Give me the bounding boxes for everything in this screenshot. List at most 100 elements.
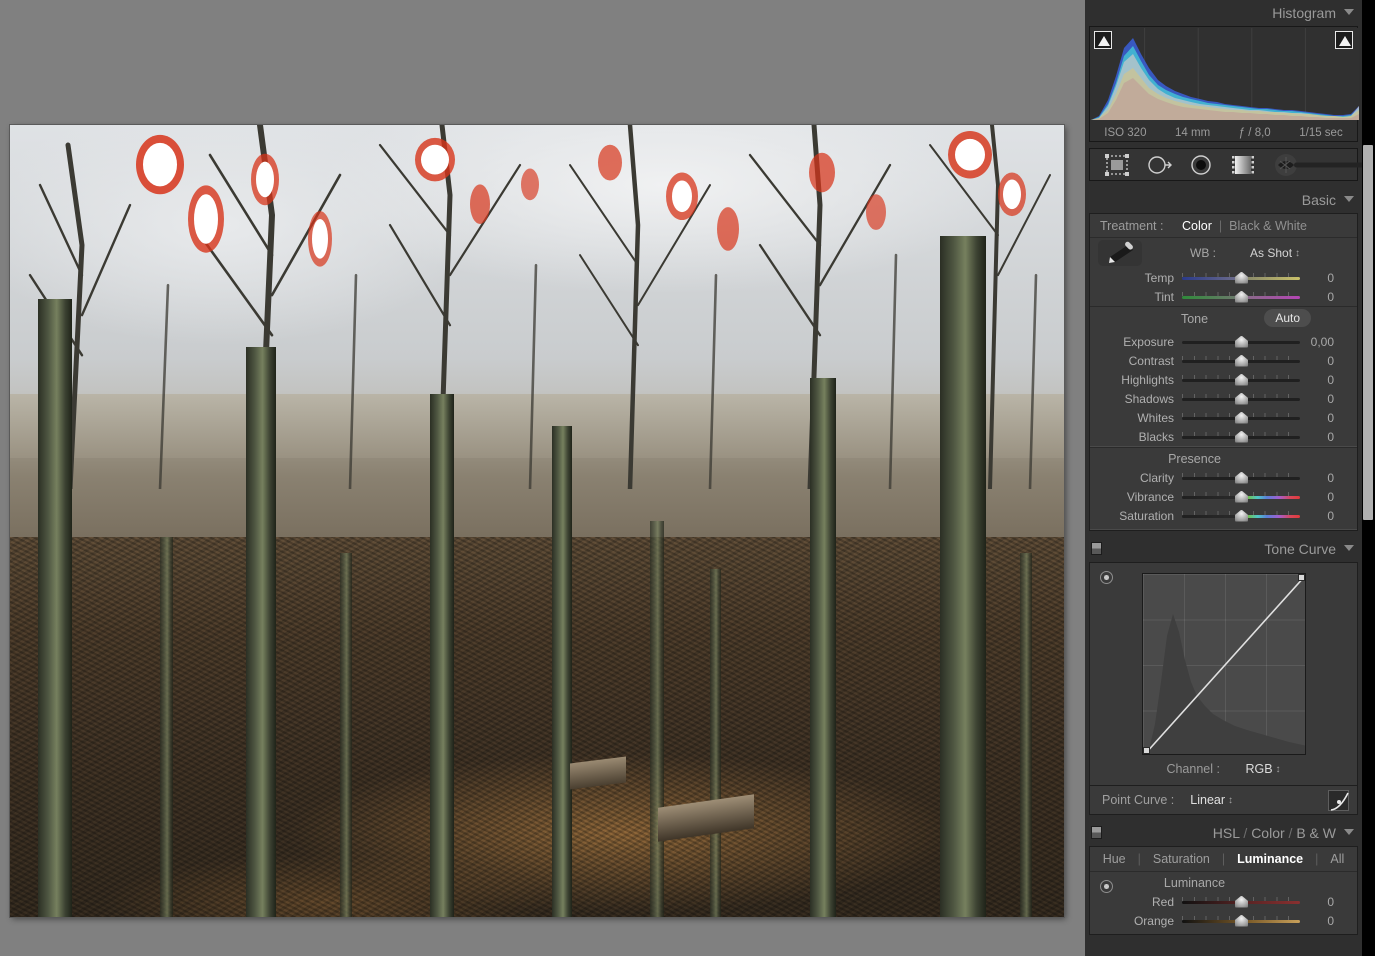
hsl-tab-bar[interactable]: Hue|Saturation|Luminance|All <box>1090 847 1357 872</box>
slider-value[interactable]: 0 <box>1300 392 1342 406</box>
slider-row-blacks[interactable]: Blacks0 <box>1090 427 1357 446</box>
slider-control[interactable] <box>1182 392 1300 406</box>
slider-row-vibrance[interactable]: Vibrance 0 <box>1090 487 1357 506</box>
histogram-panel-header[interactable]: Histogram <box>1085 0 1362 26</box>
graduated-filter-tool[interactable] <box>1230 153 1256 177</box>
slider-control[interactable] <box>1182 271 1300 285</box>
hsl-tab-saturation[interactable]: Saturation <box>1141 852 1222 866</box>
slider-row-orange[interactable]: Orange0 <box>1090 911 1357 930</box>
hsl-bw-title[interactable]: B & W <box>1296 825 1336 841</box>
wb-value[interactable]: As Shot↕ <box>1250 246 1300 260</box>
curve-edit-icon[interactable] <box>1328 790 1349 811</box>
channel-row[interactable]: Channel : RGB↕ <box>1090 755 1357 781</box>
slider-value[interactable]: 0 <box>1300 354 1342 368</box>
slider-control[interactable] <box>1182 411 1300 425</box>
hsl-panel[interactable]: Hue|Saturation|Luminance|All Luminance R… <box>1089 846 1358 935</box>
photo-preview[interactable] <box>10 125 1064 917</box>
crop-overlay-tool[interactable] <box>1104 153 1130 177</box>
histogram-panel[interactable]: ISO 320 14 mm ƒ / 8,0 1/15 sec <box>1089 26 1358 142</box>
updown-arrows-icon[interactable]: ↕ <box>1295 248 1300 259</box>
adjustment-brush-tool[interactable] <box>1272 153 1362 177</box>
panel-scrollbar-thumb[interactable] <box>1363 145 1373 520</box>
chevron-down-icon[interactable] <box>1344 545 1354 551</box>
slider-control[interactable] <box>1182 373 1300 387</box>
shadow-clipping-indicator[interactable] <box>1094 31 1112 49</box>
tone-curve-graph[interactable] <box>1142 573 1306 755</box>
slider-control[interactable] <box>1182 490 1300 504</box>
slider-control[interactable] <box>1182 290 1300 304</box>
updown-arrows-icon[interactable]: ↕ <box>1228 795 1233 806</box>
develop-right-panel[interactable]: Histogram ISO <box>1085 0 1362 956</box>
red-eye-correction-tool[interactable] <box>1188 153 1214 177</box>
white-balance-selector[interactable] <box>1098 240 1142 266</box>
point-curve-value[interactable]: Linear↕ <box>1190 793 1233 807</box>
slider-value[interactable]: 0 <box>1300 914 1342 928</box>
slider-control[interactable] <box>1182 430 1300 444</box>
chevron-down-icon[interactable] <box>1344 829 1354 835</box>
treatment-bw-option[interactable]: Black & White <box>1229 219 1307 233</box>
hsl-title[interactable]: HSL <box>1213 825 1240 841</box>
slider-label: Vibrance <box>1090 490 1182 504</box>
target-adjustment-icon[interactable] <box>1100 571 1113 584</box>
slider-value[interactable]: 0 <box>1300 490 1342 504</box>
slider-control[interactable] <box>1182 895 1300 909</box>
slider-value[interactable]: 0,00 <box>1300 335 1342 349</box>
slider-control[interactable] <box>1182 509 1300 523</box>
slider-row-shadows[interactable]: Shadows0 <box>1090 389 1357 408</box>
panel-switch-icon[interactable] <box>1091 542 1102 555</box>
basic-panel-header[interactable]: Basic <box>1085 187 1362 213</box>
treatment-color-option[interactable]: Color <box>1182 219 1212 233</box>
tone-curve-editor[interactable]: Channel : RGB↕ <box>1090 563 1357 785</box>
hsl-color-title[interactable]: Color <box>1251 825 1284 841</box>
hsl-tab-all[interactable]: All <box>1318 852 1356 866</box>
channel-value[interactable]: RGB↕ <box>1245 762 1280 776</box>
slider-thumb[interactable] <box>1235 336 1248 348</box>
tree-trunk <box>810 378 836 917</box>
panel-switch-icon[interactable] <box>1091 826 1102 839</box>
slider-row-temp[interactable]: Temp 0 <box>1090 268 1357 287</box>
slider-value[interactable]: 0 <box>1300 290 1342 304</box>
slider-value[interactable]: 0 <box>1300 471 1342 485</box>
slider-row-clarity[interactable]: Clarity0 <box>1090 468 1357 487</box>
slider-row-saturation[interactable]: Saturation0 <box>1090 506 1357 525</box>
slider-value[interactable]: 0 <box>1300 411 1342 425</box>
slider-control[interactable] <box>1182 335 1300 349</box>
tone-curve-panel-header[interactable]: Tone Curve <box>1085 536 1362 562</box>
slider-row-highlights[interactable]: Highlights 0 <box>1090 370 1357 389</box>
hsl-tab-hue[interactable]: Hue <box>1091 852 1138 866</box>
point-curve-row[interactable]: Point Curve : Linear↕ <box>1089 786 1358 815</box>
tone-curve-panel[interactable]: Channel : RGB↕ <box>1089 562 1358 786</box>
slider-row-tint[interactable]: Tint0 <box>1090 287 1357 306</box>
histogram-chart <box>1091 28 1359 120</box>
tone-section: Tone Auto Exposure0,00Contrast0Highlight… <box>1090 306 1357 447</box>
slider-control[interactable] <box>1182 354 1300 368</box>
auto-tone-button[interactable]: Auto <box>1264 309 1311 327</box>
chevron-down-icon[interactable] <box>1344 9 1354 15</box>
slider-row-exposure[interactable]: Exposure0,00 <box>1090 332 1357 351</box>
slider-value[interactable]: 0 <box>1300 430 1342 444</box>
photo-canvas-area[interactable] <box>0 0 1085 956</box>
curve-point-black[interactable] <box>1143 747 1150 754</box>
develop-tool-strip[interactable] <box>1089 148 1358 181</box>
chevron-down-icon[interactable] <box>1344 196 1354 202</box>
treatment-row[interactable]: Treatment : Color | Black & White <box>1090 214 1357 238</box>
slider-control[interactable] <box>1182 914 1300 928</box>
slider-value[interactable]: 0 <box>1300 509 1342 523</box>
slider-label: Highlights <box>1090 373 1182 387</box>
highlight-clipping-indicator[interactable] <box>1335 31 1353 49</box>
updown-arrows-icon[interactable]: ↕ <box>1276 764 1281 775</box>
slider-label: Temp <box>1090 271 1182 285</box>
slider-row-contrast[interactable]: Contrast0 <box>1090 351 1357 370</box>
slider-row-red[interactable]: Red0 <box>1090 892 1357 911</box>
slider-row-whites[interactable]: Whites0 <box>1090 408 1357 427</box>
slider-control[interactable] <box>1182 471 1300 485</box>
hsl-tab-luminance[interactable]: Luminance <box>1225 852 1315 866</box>
white-balance-row[interactable]: WB : As Shot↕ <box>1090 238 1357 268</box>
curve-point-white[interactable] <box>1298 574 1305 581</box>
basic-panel[interactable]: Treatment : Color | Black & White WB : A… <box>1089 213 1358 531</box>
spot-removal-tool[interactable] <box>1146 153 1172 177</box>
hsl-panel-header[interactable]: HSL / Color / B & W <box>1085 820 1362 846</box>
slider-value[interactable]: 0 <box>1300 895 1342 909</box>
slider-value[interactable]: 0 <box>1300 373 1342 387</box>
slider-value[interactable]: 0 <box>1300 271 1342 285</box>
